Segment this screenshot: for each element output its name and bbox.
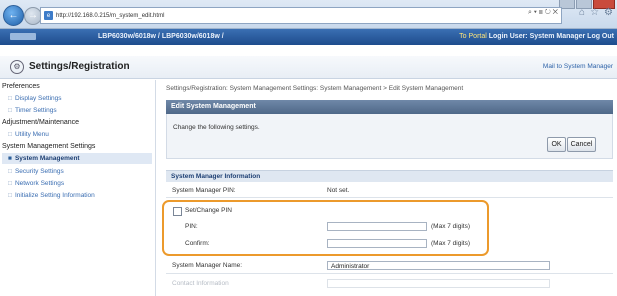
- browser-toolbar: ← → e http://192.168.0.215/m_system_edit…: [0, 0, 617, 29]
- bullet-icon: ■: [8, 155, 12, 162]
- sidebar-heading-adjustment: Adjustment/Maintenance: [2, 119, 80, 126]
- sidebar-item-system-management[interactable]: ■ System Management: [2, 153, 152, 164]
- row-divider: [166, 197, 613, 198]
- settings-gear-icon[interactable]: ⚙: [604, 8, 613, 18]
- favorites-star-icon[interactable]: ☆: [590, 8, 599, 18]
- set-change-pin-label: Set/Change PIN: [185, 207, 232, 214]
- edit-panel-header: Edit System Management: [166, 100, 613, 114]
- login-user-logout[interactable]: Login User: System Manager Log Out: [489, 33, 614, 40]
- settings-gear-icon: ⚙: [10, 60, 24, 74]
- sidebar-item-network-settings[interactable]: □ Network Settings: [8, 180, 64, 187]
- contact-information-label: Contact Information: [172, 280, 229, 287]
- breadcrumb: Settings/Registration: System Management…: [166, 85, 464, 92]
- bullet-icon: □: [8, 107, 12, 114]
- sidebar-item-label: Initialize Setting Information: [14, 192, 95, 199]
- edit-panel-body: Change the following settings. OK Cancel: [166, 114, 613, 159]
- edit-panel-title: Edit System Management: [171, 103, 256, 110]
- cancel-button[interactable]: Cancel: [567, 137, 596, 152]
- bullet-icon: □: [8, 180, 12, 187]
- system-manager-pin-label: System Manager PIN:: [172, 187, 236, 194]
- portal-link[interactable]: To Portal: [459, 33, 487, 40]
- instruction-text: Change the following settings.: [173, 124, 260, 131]
- sidebar-item-label: System Management: [14, 155, 80, 162]
- section-title-bar: ⚙ Settings/Registration Mail to System M…: [0, 56, 617, 79]
- sidebar-item-label: Display Settings: [14, 95, 62, 102]
- home-icon[interactable]: ⌂: [579, 8, 585, 18]
- pin-hint: (Max 7 digits): [431, 223, 471, 230]
- sidebar-item-security-settings[interactable]: □ Security Settings: [8, 168, 64, 175]
- mail-to-system-manager-link[interactable]: Mail to System Manager: [543, 63, 613, 70]
- set-change-pin-checkbox[interactable]: [173, 207, 182, 216]
- bullet-icon: □: [8, 131, 12, 138]
- bullet-icon: □: [8, 95, 12, 102]
- arrow-left-icon: ←: [8, 9, 19, 21]
- browser-icons: ⌂ ☆ ⚙: [574, 8, 613, 18]
- bullet-icon: □: [8, 192, 12, 199]
- row-divider: [166, 273, 613, 274]
- system-manager-name-input[interactable]: Administrator: [327, 261, 550, 270]
- sidebar-heading-system-management-settings: System Management Settings: [2, 143, 96, 150]
- system-manager-name-label: System Manager Name:: [172, 262, 243, 269]
- sidebar-item-label: Utility Menu: [14, 131, 49, 138]
- canon-logo-icon: [10, 33, 36, 40]
- header-links: To Portal Login User: System Manager Log…: [459, 33, 614, 40]
- sidebar-item-label: Network Settings: [14, 180, 65, 187]
- page-title: Settings/Registration: [29, 61, 130, 72]
- address-bar[interactable]: e http://192.168.0.215/m_system_edit.htm…: [40, 7, 562, 24]
- sidebar-item-initialize-setting-information[interactable]: □ Initialize Setting Information: [8, 192, 95, 199]
- confirm-pin-hint: (Max 7 digits): [431, 240, 471, 247]
- system-manager-pin-value: Not set.: [327, 187, 350, 194]
- pin-input[interactable]: [327, 222, 427, 231]
- sidebar-item-utility-menu[interactable]: □ Utility Menu: [8, 131, 49, 138]
- sidebar-item-display-settings[interactable]: □ Display Settings: [8, 95, 62, 102]
- arrow-right-icon: →: [28, 10, 38, 21]
- sidebar-item-label: Timer Settings: [14, 107, 57, 114]
- sidebar: Preferences □ Display Settings □ Timer Set…: [0, 80, 156, 296]
- device-model: LBP6030w/6018w / LBP6030w/6018w /: [98, 33, 224, 40]
- system-manager-info-header: System Manager Information: [166, 170, 613, 182]
- confirm-field-label: Confirm:: [185, 240, 210, 247]
- device-header: LBP6030w/6018w / LBP6030w/6018w / To Por…: [0, 29, 617, 45]
- sidebar-item-timer-settings[interactable]: □ Timer Settings: [8, 107, 57, 114]
- sidebar-item-label: Security Settings: [14, 168, 64, 175]
- bullet-icon: □: [8, 168, 12, 175]
- address-bar-tools[interactable]: ⌕ ▾ ≣ ↻ ✕: [528, 9, 558, 17]
- confirm-pin-input[interactable]: [327, 239, 427, 248]
- section-title: System Manager Information: [171, 173, 261, 180]
- back-button[interactable]: ←: [3, 5, 24, 26]
- address-url[interactable]: http://192.168.0.215/m_system_edit.html: [56, 13, 164, 19]
- sidebar-heading-preferences: Preferences: [2, 83, 40, 90]
- contact-information-input[interactable]: [327, 279, 550, 288]
- site-favicon-icon: e: [44, 11, 53, 20]
- pin-field-label: PIN:: [185, 223, 198, 230]
- ok-button[interactable]: OK: [547, 137, 566, 152]
